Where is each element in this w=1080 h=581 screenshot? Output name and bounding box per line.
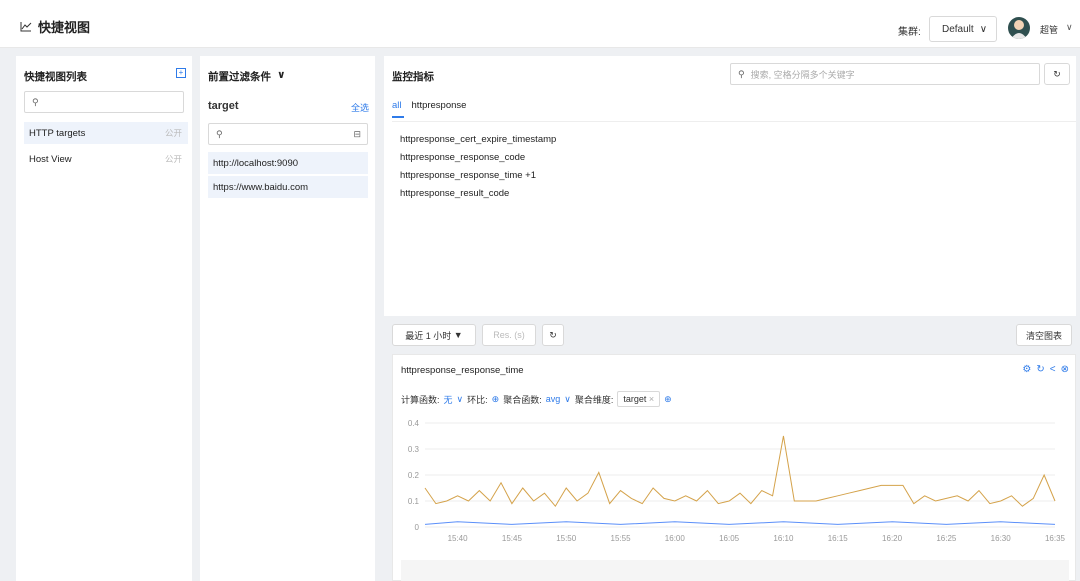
metric-item[interactable]: httpresponse_response_time +1	[400, 170, 536, 181]
x-tick-label: 16:15	[828, 534, 849, 543]
ratio-label: 环比:	[467, 394, 488, 405]
target-text: http://localhost:9090	[213, 157, 299, 169]
add-view-icon[interactable]: +	[176, 68, 186, 78]
metric-item[interactable]: httpresponse_cert_expire_timestamp	[400, 134, 556, 145]
y-tick-label: 0.3	[408, 445, 420, 454]
tab-all[interactable]: all	[392, 100, 403, 118]
select-all-link[interactable]: 全选	[351, 101, 369, 114]
close-icon[interactable]: ⊗	[1061, 364, 1069, 375]
cluster-value: Default	[942, 23, 974, 35]
search-icon: ⚲	[216, 128, 223, 139]
filter-panel: 前置过滤条件 ∨ target 全选 ⚲ ⊟ http://localhost:90…	[200, 56, 375, 581]
calc-value[interactable]: 无	[444, 393, 453, 406]
time-range-select[interactable]: 最近 1 小时 ▼	[392, 324, 476, 346]
metric-search-input[interactable]: ⚲ 搜索, 空格分隔多个关键字	[730, 63, 1040, 85]
x-tick-label: 15:55	[611, 534, 632, 543]
search-icon: ⚲	[738, 68, 745, 79]
chevron-down-icon: ∨	[456, 393, 464, 404]
search-placeholder: 搜索, 空格分隔多个关键字	[750, 69, 855, 80]
refresh-icon: ↻	[1053, 68, 1061, 79]
target-search-input[interactable]: ⚲ ⊟	[208, 123, 368, 145]
refresh-icon: ↻	[549, 329, 557, 340]
y-tick-label: 0.1	[408, 497, 420, 506]
clear-icon[interactable]: ⊟	[353, 129, 361, 140]
tab-httpresponse[interactable]: httpresponse	[412, 100, 467, 111]
y-tick-label: 0.4	[408, 419, 420, 428]
cluster-label: 集群:	[898, 27, 921, 38]
chart-title: httpresponse_response_time	[401, 365, 524, 376]
agg-value[interactable]: avg	[546, 394, 561, 404]
list-item[interactable]: Host View 公开	[24, 148, 188, 170]
chevron-down-icon: ∨	[564, 393, 571, 404]
page-title-text: 快捷视图	[38, 20, 91, 35]
refresh-button[interactable]: ↻	[542, 324, 564, 346]
line-chart-icon	[20, 22, 32, 32]
page-title: 快捷视图	[20, 17, 90, 36]
share-icon[interactable]: <	[1050, 364, 1056, 375]
clear-charts-button[interactable]: 清空图表	[1016, 324, 1072, 346]
x-tick-label: 16:00	[665, 534, 686, 543]
res-input[interactable]: Res. (s)	[482, 324, 536, 346]
x-tick-label: 16:35	[1045, 534, 1066, 543]
chart-panel: httpresponse_response_time ⚙ ↻ < ⊗ 计算函数:…	[392, 354, 1076, 581]
metric-item[interactable]: httpresponse_result_code	[400, 188, 509, 199]
item-label: Host View	[29, 153, 72, 165]
chevron-down-icon: ∨	[277, 69, 286, 81]
view-search-input[interactable]: ⚲	[24, 91, 184, 113]
search-icon: ⚲	[32, 96, 39, 107]
calc-label: 计算函数:	[401, 394, 440, 405]
x-tick-label: 16:20	[882, 534, 903, 543]
user-name[interactable]: 超管	[1040, 23, 1058, 36]
target-label: target	[208, 100, 239, 112]
x-tick-label: 16:25	[936, 534, 957, 543]
divider	[392, 121, 1076, 122]
item-tag: 公开	[164, 128, 182, 138]
item-label: HTTP targets	[29, 127, 86, 139]
dim-value: target	[623, 394, 647, 404]
metrics-panel: 监控指标 ⚲ 搜索, 空格分隔多个关键字 ↻ all httpresponse h…	[384, 56, 1076, 316]
settings-icon[interactable]: ⚙	[1022, 364, 1031, 375]
dim-label: 聚合维度:	[574, 394, 614, 405]
add-icon[interactable]: ⊕	[492, 394, 500, 405]
x-tick-label: 16:10	[773, 534, 794, 543]
cluster-select[interactable]: Default ∨	[929, 16, 997, 42]
x-tick-label: 16:05	[719, 534, 740, 543]
x-tick-label: 15:40	[448, 534, 469, 543]
x-tick-label: 16:30	[991, 534, 1012, 543]
panel-title: 快捷视图列表	[24, 71, 87, 83]
add-icon[interactable]: ⊕	[664, 394, 672, 405]
quick-view-panel: 快捷视图列表 + ⚲ HTTP targets 公开 Host View 公开	[16, 56, 192, 581]
avatar[interactable]	[1008, 17, 1030, 39]
refresh-icon[interactable]: ↻	[1036, 364, 1044, 375]
x-tick-label: 15:50	[556, 534, 577, 543]
agg-label: 聚合函数:	[503, 394, 542, 405]
list-item[interactable]: HTTP targets 公开	[24, 122, 188, 144]
filter-title-text: 前置过滤条件	[208, 71, 271, 83]
response-time-chart: 0 0.1 0.2 0.3 0.4 15:40 15:45 15:50 15:55 16:00 16…	[408, 419, 1066, 543]
target-item[interactable]: https://www.baidu.com	[208, 176, 368, 198]
target-text: https://www.baidu.com	[213, 181, 309, 193]
metrics-title: 监控指标	[392, 71, 434, 83]
top-bar: 快捷视图 集群: Default ∨ 超管 ∨	[0, 0, 1080, 48]
target-item[interactable]: http://localhost:9090	[208, 152, 368, 174]
chevron-down-icon: ∨	[979, 23, 988, 35]
dim-chip[interactable]: target ×	[617, 391, 661, 407]
series-line-0	[424, 435, 1056, 508]
series-line-1	[424, 521, 1056, 525]
time-range-value: 最近 1 小时	[405, 330, 452, 341]
series-table-header	[401, 560, 1069, 581]
chevron-down-icon[interactable]: ∨	[1066, 22, 1073, 33]
filter-title[interactable]: 前置过滤条件 ∨	[208, 69, 286, 84]
y-tick-label: 0.2	[408, 471, 420, 480]
refresh-button[interactable]: ↻	[1044, 63, 1070, 85]
close-icon[interactable]: ×	[649, 394, 654, 404]
item-tag: 公开	[164, 154, 182, 164]
metric-item[interactable]: httpresponse_response_code	[400, 152, 525, 163]
y-tick-label: 0	[415, 523, 420, 532]
x-tick-label: 15:45	[502, 534, 523, 543]
